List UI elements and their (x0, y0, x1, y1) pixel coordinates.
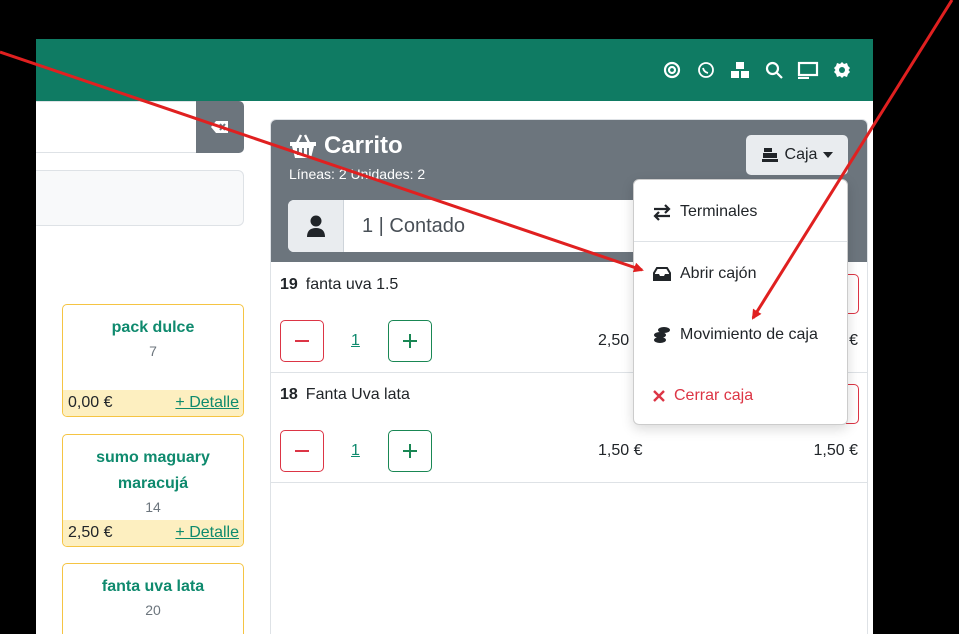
product-code: 7 (149, 343, 157, 359)
cart-title: Carrito (324, 132, 403, 159)
decrease-qty-button[interactable] (280, 430, 324, 472)
gear-icon[interactable] (825, 58, 859, 82)
cubes-icon[interactable] (723, 58, 757, 82)
search-icon[interactable] (757, 58, 791, 82)
product-card[interactable]: pack dulce 7 0,00 € + Detalle (62, 304, 244, 417)
line-total: 1,50 € (813, 442, 858, 459)
backspace-icon (211, 121, 228, 133)
cash-register-icon (761, 148, 778, 162)
minus-icon (295, 450, 309, 452)
line-id: 19 (280, 276, 298, 293)
product-name: pack dulce (111, 319, 195, 336)
category-filter[interactable] (36, 170, 244, 226)
caja-dropdown-button[interactable]: Caja (746, 135, 848, 175)
coins-icon (654, 327, 670, 343)
product-code: 14 (145, 499, 161, 515)
product-price: 0,00 € (68, 394, 113, 411)
line-quantity[interactable]: 1 (351, 442, 360, 460)
line-unit-price: 1,50 € (598, 442, 643, 459)
inbox-icon (653, 267, 671, 281)
product-detail-link[interactable]: + Detalle (175, 394, 243, 412)
menu-divider (634, 241, 847, 242)
top-navbar (36, 39, 873, 101)
product-card[interactable]: sumo maguary maracujá 14 2,50 € + Detall… (62, 434, 244, 547)
product-code: 20 (145, 602, 161, 618)
line-product-name: Fanta Uva lata (305, 386, 410, 403)
line-unit-price: 2,50 (598, 332, 630, 349)
exchange-icon (653, 204, 671, 221)
cart-summary: Líneas: 2 Unidades: 2 (289, 166, 426, 182)
plus-icon (403, 334, 417, 348)
increase-qty-button[interactable] (388, 320, 432, 362)
menu-item-abrir-cajon[interactable]: Abrir cajón (634, 254, 847, 294)
product-price: 2,50 € (68, 524, 113, 541)
caja-dropdown-menu: Terminales Abrir cajón Movimiento de caj… (633, 179, 848, 425)
line-quantity[interactable]: 1 (351, 332, 360, 350)
customer-name: 1 | Contado (362, 215, 466, 237)
menu-item-movimiento-caja[interactable]: Movimiento de caja (634, 315, 847, 355)
line-id: 18 (280, 386, 298, 403)
user-icon (306, 215, 325, 237)
product-detail-link[interactable]: + Detalle (175, 524, 243, 542)
caret-down-icon (823, 152, 834, 158)
menu-item-cerrar-caja[interactable]: Cerrar caja (634, 376, 847, 416)
basket-icon (290, 134, 316, 158)
clear-search-button[interactable] (196, 101, 244, 153)
whatsapp-icon[interactable] (689, 58, 723, 82)
caja-label: Caja (784, 146, 818, 163)
lifebuoy-icon[interactable] (655, 58, 689, 82)
product-card[interactable]: fanta uva lata 20 (62, 563, 244, 634)
product-name: fanta uva lata (101, 578, 205, 595)
decrease-qty-button[interactable] (280, 320, 324, 362)
line-product-name: fanta uva 1.5 (305, 276, 399, 293)
increase-qty-button[interactable] (388, 430, 432, 472)
menu-item-terminales[interactable]: Terminales (634, 192, 847, 232)
line-total: € (849, 332, 858, 349)
minus-icon (295, 340, 309, 342)
product-name: sumo maguary maracujá (96, 449, 210, 492)
close-icon (653, 390, 665, 402)
plus-icon (403, 444, 417, 458)
cash-register-icon[interactable] (791, 58, 825, 82)
